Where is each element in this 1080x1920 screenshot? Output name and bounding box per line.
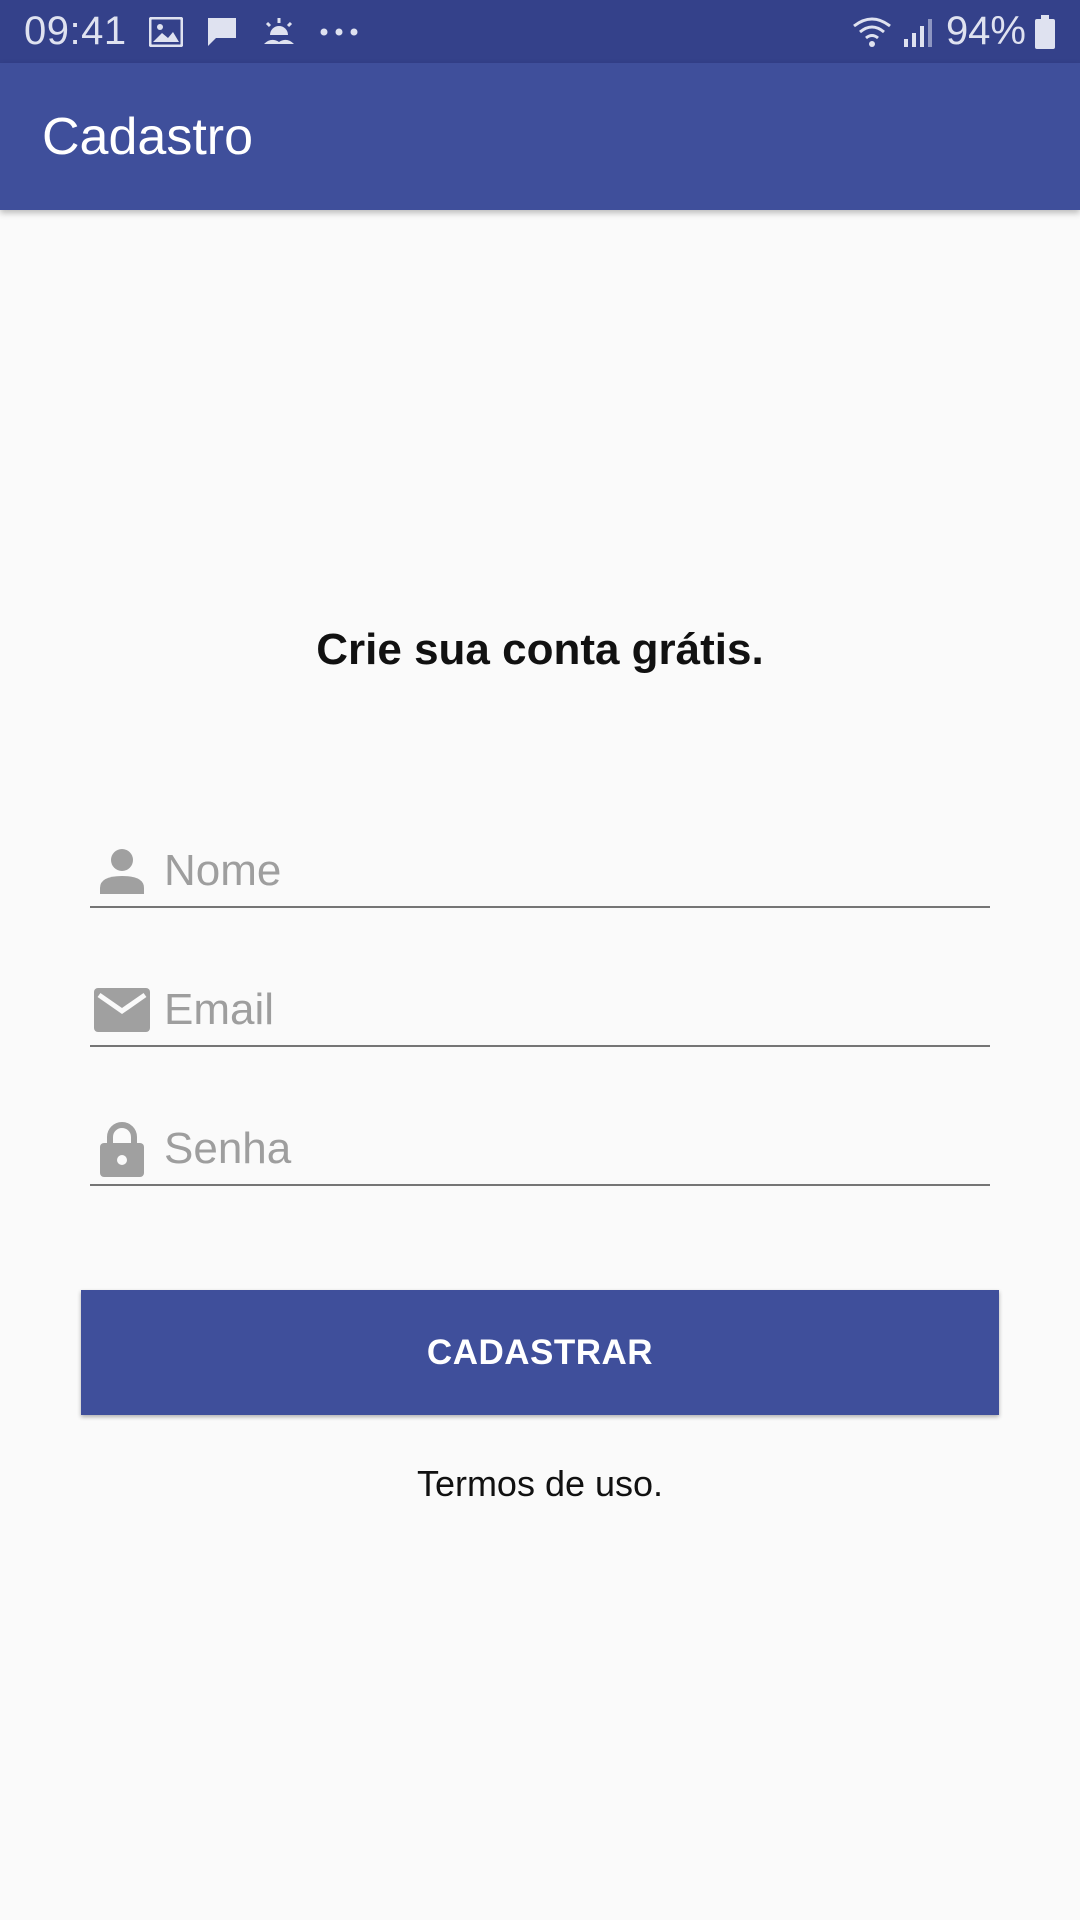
email-input[interactable] <box>164 980 990 1040</box>
terms-link[interactable]: Termos de uso. <box>0 1463 1080 1505</box>
message-icon <box>205 16 239 48</box>
app-title: Cadastro <box>42 107 253 166</box>
status-bar: 09:41 94% <box>0 0 1080 63</box>
image-icon <box>148 16 183 47</box>
status-bar-left: 09:41 <box>24 9 359 54</box>
email-field[interactable] <box>90 975 990 1047</box>
register-button[interactable]: CADASTRAR <box>81 1290 999 1415</box>
weather-icon <box>261 17 297 47</box>
password-input[interactable] <box>164 1119 990 1179</box>
name-input[interactable] <box>164 841 990 901</box>
person-icon <box>90 848 154 894</box>
signal-icon <box>902 17 934 47</box>
password-field[interactable] <box>90 1114 990 1186</box>
lock-icon <box>90 1121 154 1177</box>
battery-icon <box>1034 14 1056 49</box>
name-field[interactable] <box>90 836 990 908</box>
form-heading: Crie sua conta grátis. <box>316 625 764 674</box>
status-bar-right: 94% <box>830 9 1056 54</box>
battery-percent: 94% <box>945 9 1026 53</box>
email-icon <box>90 988 154 1032</box>
wifi-icon <box>852 16 892 48</box>
app-bar: Cadastro <box>0 63 1080 210</box>
more-dots-icon <box>319 27 359 37</box>
status-time: 09:41 <box>24 9 127 53</box>
